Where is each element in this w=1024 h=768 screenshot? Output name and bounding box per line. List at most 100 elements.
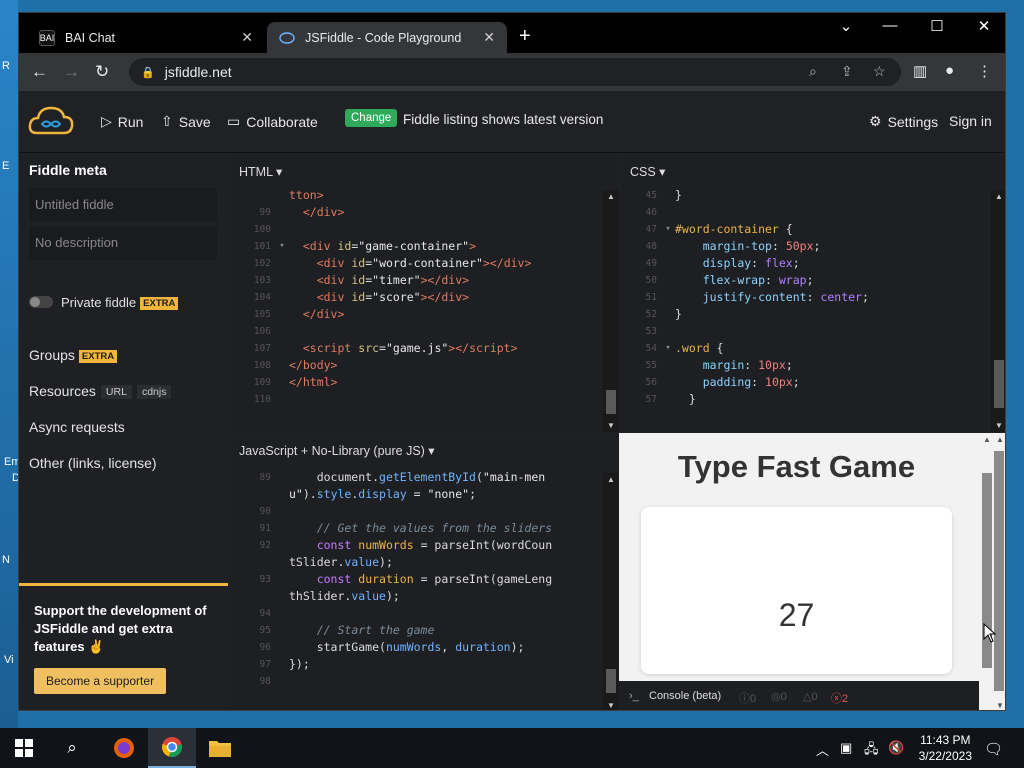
html-scrollbar[interactable]: ▲ ▼ bbox=[603, 190, 619, 432]
js-editor[interactable]: 89 document.getElementById("main-men u")… bbox=[229, 469, 553, 690]
zoom-icon[interactable]: ⌕ bbox=[809, 63, 817, 80]
menu-kebab-icon[interactable]: ⋮ bbox=[977, 62, 992, 80]
clock[interactable]: 11:43 PM 3/22/2023 bbox=[919, 732, 972, 764]
run-label: Run bbox=[117, 113, 144, 130]
network-icon[interactable]: 🖧 bbox=[864, 740, 879, 762]
sign-in-button[interactable]: Sign in bbox=[949, 113, 992, 129]
lock-icon: 🔒 bbox=[141, 66, 155, 79]
log-count-value: 0 bbox=[780, 691, 787, 703]
tab-search-icon[interactable]: ⌄ bbox=[831, 17, 861, 35]
sidebar-item-async[interactable]: Async requests bbox=[29, 419, 125, 435]
share-icon[interactable]: ⇪ bbox=[841, 63, 853, 80]
volume-muted-icon[interactable]: 🔇 bbox=[888, 740, 904, 756]
play-icon: ▷ bbox=[101, 113, 112, 129]
tab-strip: BAI BAI Chat ✕ JSFiddle - Code Playgroun… bbox=[19, 13, 1005, 53]
result-panel: Type Fast Game 27 ›_ Console (beta) ⓘ0 ◎… bbox=[619, 433, 1005, 710]
reload-icon[interactable]: ↻ bbox=[95, 62, 109, 82]
result-scrollbar[interactable]: ▲ ▲ ▼ bbox=[980, 433, 1005, 710]
cdnjs-chip[interactable]: cdnjs bbox=[136, 385, 172, 399]
extra-badge: EXTRA bbox=[140, 297, 179, 310]
console-bar[interactable]: ›_ Console (beta) ⓘ0 ◎0 △0 ⓧ2 bbox=[619, 681, 979, 710]
chat-bubble-icon: ▭ bbox=[227, 113, 241, 129]
html-editor[interactable]: tton> 99 </div> 100 101 ▾ <div id="game-c… bbox=[229, 187, 532, 408]
mouse-cursor-icon bbox=[983, 623, 997, 643]
notifications-icon[interactable]: 🗨 bbox=[984, 740, 1003, 758]
resources-label: Resources bbox=[29, 383, 96, 399]
console-icon: ›_ bbox=[629, 690, 639, 702]
error-count: ⓧ2 bbox=[831, 693, 849, 705]
sidebar-item-resources[interactable]: Resources URL cdnjs bbox=[29, 383, 172, 399]
support-text: Support the development of JSFiddle and … bbox=[34, 603, 207, 654]
settings-button[interactable]: ⚙ Settings bbox=[869, 113, 938, 130]
profile-icon[interactable]: ● bbox=[945, 62, 954, 79]
sidebar-item-groups[interactable]: Groups EXTRA bbox=[29, 347, 118, 363]
js-panel-title[interactable]: JavaScript + No-Library (pure JS) ▾ bbox=[239, 443, 435, 458]
forward-icon[interactable]: → bbox=[63, 62, 80, 82]
clock-time: 11:43 PM bbox=[920, 733, 971, 747]
fiddle-description-input[interactable]: No description bbox=[29, 226, 217, 260]
tab-title: JSFiddle - Code Playground bbox=[305, 30, 462, 45]
clock-date: 3/22/2023 bbox=[918, 749, 972, 763]
search-button[interactable]: ⌕ bbox=[48, 728, 96, 768]
css-editor[interactable]: 45} 46 47 ▾ #word-container { 48 margin-to… bbox=[620, 187, 869, 408]
firefox-taskbar-button[interactable] bbox=[100, 728, 148, 768]
taskbar: ⌕ ︿ ▣ 🖧 🔇 11:43 PM 3/22/2023 🗨 bbox=[0, 728, 1024, 768]
close-window-button[interactable]: ✕ bbox=[969, 17, 999, 35]
maximize-button[interactable]: ☐ bbox=[922, 17, 952, 35]
tab-close-icon[interactable]: ✕ bbox=[483, 29, 495, 46]
fiddle-title-input[interactable]: Untitled fiddle bbox=[29, 188, 217, 222]
html-panel-title[interactable]: HTML ▾ bbox=[239, 164, 282, 179]
game-heading: Type Fast Game bbox=[677, 449, 916, 484]
url-chip[interactable]: URL bbox=[100, 385, 132, 399]
change-button[interactable]: Change bbox=[345, 109, 398, 127]
css-panel: CSS ▾ 45} 46 47 ▾ #word-container { 48 mar… bbox=[620, 154, 1005, 432]
save-button[interactable]: ⇧ Save bbox=[161, 113, 211, 130]
bookmark-star-icon[interactable]: ☆ bbox=[873, 63, 886, 80]
start-button[interactable] bbox=[0, 728, 48, 768]
tab-jsfiddle[interactable]: JSFiddle - Code Playground ✕ bbox=[267, 22, 507, 53]
file-explorer-taskbar-button[interactable] bbox=[196, 728, 244, 768]
css-panel-title[interactable]: CSS ▾ bbox=[630, 164, 665, 179]
js-scrollbar[interactable]: ▲ ▼ bbox=[603, 473, 619, 710]
network-status-icon[interactable]: ▣ bbox=[840, 740, 852, 756]
groups-label: Groups bbox=[29, 347, 75, 363]
sidebar: Fiddle meta Untitled fiddle No descripti… bbox=[19, 154, 228, 710]
tab-bai-chat[interactable]: BAI BAI Chat ✕ bbox=[27, 22, 265, 53]
error-count-value: 2 bbox=[842, 693, 849, 705]
support-box: Support the development of JSFiddle and … bbox=[19, 583, 228, 710]
collaborate-button[interactable]: ▭ Collaborate bbox=[227, 113, 318, 130]
side-panel-icon[interactable]: ▥ bbox=[913, 62, 927, 80]
sliders-icon: ⚙ bbox=[869, 113, 882, 129]
tab-close-icon[interactable]: ✕ bbox=[241, 29, 253, 46]
become-supporter-button[interactable]: Become a supporter bbox=[34, 668, 167, 694]
cloud-upload-icon: ⇧ bbox=[161, 113, 173, 129]
log-count: ◎0 bbox=[771, 691, 787, 703]
sidebar-item-other[interactable]: Other (links, license) bbox=[29, 455, 157, 471]
search-icon: ⌕ bbox=[67, 738, 77, 757]
browser-window: BAI BAI Chat ✕ JSFiddle - Code Playgroun… bbox=[18, 12, 1006, 711]
chrome-icon bbox=[162, 737, 182, 757]
new-tab-button[interactable]: + bbox=[519, 25, 531, 48]
html-panel: HTML ▾ tton> 99 </div> 100 101 ▾ <div id=… bbox=[229, 154, 619, 432]
browser-toolbar: ← → ↻ 🔒 jsfiddle.net ⌕ ⇪ ☆ ▥ ● ⋮ bbox=[19, 53, 1005, 91]
windows-icon bbox=[15, 739, 33, 757]
desktop-label: Vi bbox=[4, 654, 14, 666]
desktop-label: N bbox=[2, 554, 10, 566]
minimize-button[interactable]: — bbox=[875, 17, 905, 34]
save-label: Save bbox=[178, 113, 211, 130]
chrome-taskbar-button[interactable] bbox=[148, 728, 196, 768]
css-scrollbar[interactable]: ▲ ▼ bbox=[991, 190, 1005, 432]
settings-label: Settings bbox=[887, 113, 939, 130]
address-bar[interactable]: 🔒 jsfiddle.net ⌕ ⇪ ☆ bbox=[129, 58, 901, 86]
show-hidden-icons-icon[interactable]: ︿ bbox=[816, 740, 829, 759]
jsfiddle-logo-icon[interactable] bbox=[27, 103, 75, 139]
url-text: jsfiddle.net bbox=[164, 64, 232, 80]
bai-favicon-icon: BAI bbox=[39, 29, 55, 46]
info-count-value: 0 bbox=[750, 693, 757, 705]
private-toggle[interactable] bbox=[29, 296, 53, 308]
info-count: ⓘ0 bbox=[739, 693, 757, 705]
jsfiddle-favicon-icon bbox=[279, 30, 295, 46]
extra-badge: EXTRA bbox=[78, 350, 118, 363]
back-icon[interactable]: ← bbox=[31, 62, 48, 82]
run-button[interactable]: ▷ Run bbox=[101, 113, 143, 130]
